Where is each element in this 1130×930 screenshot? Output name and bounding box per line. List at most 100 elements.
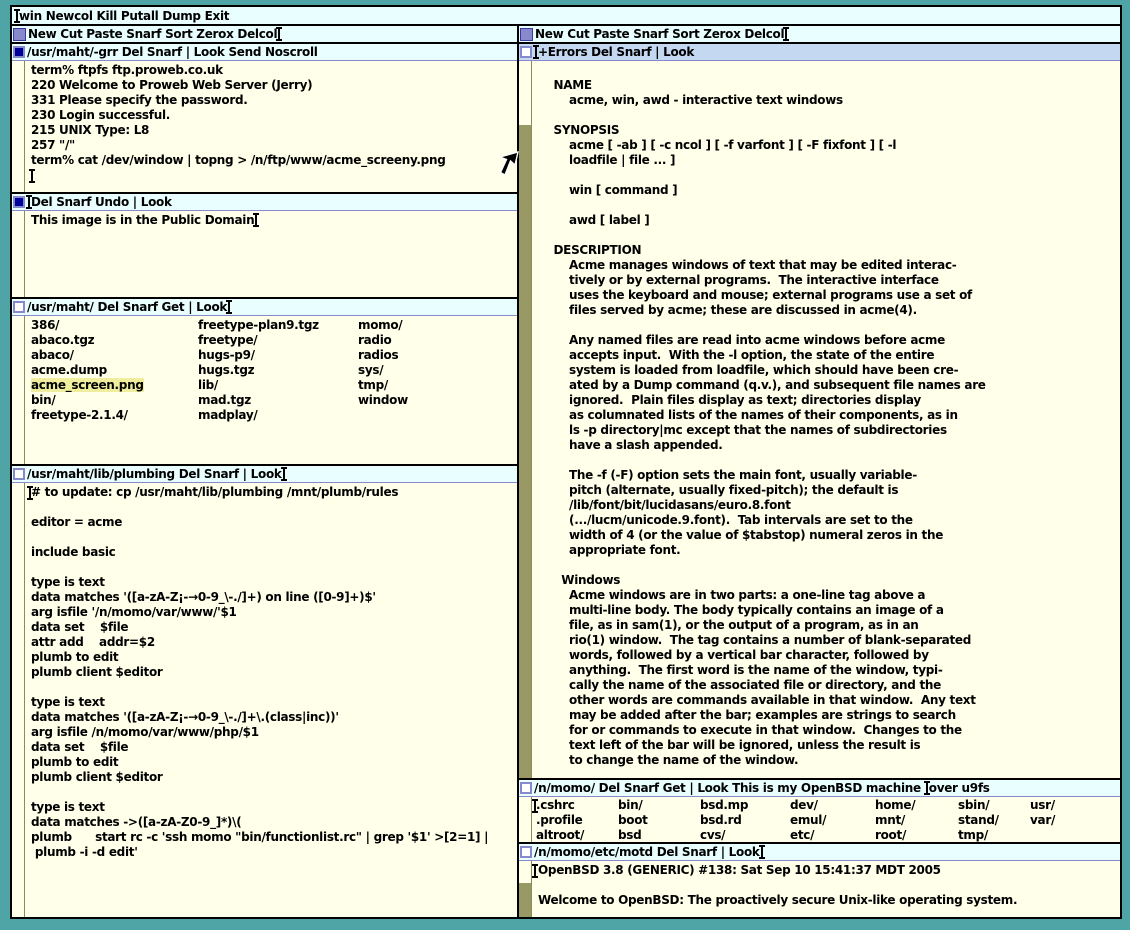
tag-motd-text[interactable]: /n/momo/etc/motd Del Snarf | Look — [534, 845, 760, 859]
scrollbar-thumb[interactable] — [12, 483, 24, 917]
clean-layout-box-icon[interactable] — [520, 46, 532, 58]
scrollbar[interactable] — [12, 211, 25, 297]
tag-note-text[interactable]: Del Snarf Undo | Look — [31, 195, 172, 209]
list-item[interactable]: freetype-plan9.tgz — [198, 318, 358, 333]
dir-column[interactable]: home/mnt/root/ — [875, 798, 958, 842]
dirty-layout-box-icon[interactable] — [13, 196, 25, 208]
list-item[interactable]: bin/ — [618, 798, 700, 813]
clean-layout-box-icon[interactable] — [13, 301, 25, 313]
dir-column[interactable]: 386/abaco.tgzabaco/acme.dumpacme_screen.… — [31, 318, 198, 464]
clean-layout-box-icon[interactable] — [520, 846, 532, 858]
plumbing-rules-text[interactable]: # to update: cp /usr/maht/lib/plumbing /… — [25, 483, 517, 917]
body-terminal[interactable]: term% ftpfs ftp.proweb.co.uk 220 Welcome… — [12, 61, 517, 192]
terminal-output[interactable]: term% ftpfs ftp.proweb.co.uk 220 Welcome… — [25, 61, 517, 192]
list-item[interactable]: tmp/ — [358, 378, 408, 393]
list-item[interactable]: abaco.tgz — [31, 333, 198, 348]
main-tag[interactable]: win Newcol Kill Putall Dump Exit — [12, 7, 1120, 24]
list-item[interactable]: radios — [358, 348, 408, 363]
dir-column[interactable]: .cshrc.profilealtroot/ — [536, 798, 618, 842]
body-errors[interactable]: NAME acme, win, awd - interactive text w… — [519, 61, 1120, 778]
left-column-tag-text[interactable]: New Cut Paste Snarf Sort Zerox Delcol — [28, 27, 277, 41]
tag-motd[interactable]: /n/momo/etc/motd Del Snarf | Look — [519, 844, 1120, 861]
right-column-tag-text[interactable]: New Cut Paste Snarf Sort Zerox Delcol — [535, 27, 784, 41]
list-item[interactable]: boot — [618, 813, 700, 828]
list-item[interactable]: radio — [358, 333, 408, 348]
body-note[interactable]: This image is in the Public Domain — [12, 211, 517, 297]
list-item[interactable]: root/ — [875, 828, 958, 842]
list-item[interactable]: .cshrc — [536, 798, 618, 813]
list-item[interactable]: freetype/ — [198, 333, 358, 348]
list-item[interactable]: lib/ — [198, 378, 358, 393]
list-item[interactable]: home/ — [875, 798, 958, 813]
list-item[interactable]: bsd.mp — [700, 798, 790, 813]
main-tag-text[interactable]: win Newcol Kill Putall Dump Exit — [19, 9, 229, 23]
scrollbar-thumb[interactable] — [12, 61, 24, 192]
list-item[interactable]: hugs-p9/ — [198, 348, 358, 363]
tag-momo-dir[interactable]: /n/momo/ Del Snarf Get | Look This is my… — [519, 780, 1120, 797]
motd-text[interactable]: OpenBSD 3.8 (GENERIC) #138: Sat Sep 10 1… — [532, 861, 1120, 917]
list-item[interactable]: bsd.rd — [700, 813, 790, 828]
list-item[interactable]: tmp/ — [958, 828, 1030, 842]
dir-column[interactable]: freetype-plan9.tgzfreetype/hugs-p9/hugs.… — [198, 318, 358, 464]
scrollbar-thumb[interactable] — [519, 61, 531, 125]
tag-terminal-text[interactable]: /usr/maht/-grr Del Snarf | Look Send Nos… — [27, 45, 318, 59]
dir-column[interactable]: dev/emul/etc/ — [790, 798, 875, 842]
tag-maht-dir[interactable]: /usr/maht/ Del Snarf Get | Look — [12, 299, 517, 316]
tag-terminal[interactable]: /usr/maht/-grr Del Snarf | Look Send Nos… — [12, 44, 517, 61]
body-momo-dir[interactable]: .cshrc.profilealtroot/ bin/bootbsd bsd.m… — [519, 797, 1120, 842]
clean-layout-box-icon[interactable] — [520, 782, 532, 794]
scrollbar-thumb[interactable] — [519, 797, 531, 842]
tag-momo-dir-text-right[interactable]: over u9fs — [929, 781, 990, 795]
dirty-layout-box-icon[interactable] — [13, 46, 25, 58]
tag-maht-dir-text[interactable]: /usr/maht/ Del Snarf Get | Look — [27, 300, 227, 314]
list-item[interactable]: acme_screen.png — [31, 378, 198, 393]
body-plumbing[interactable]: # to update: cp /usr/maht/lib/plumbing /… — [12, 483, 517, 917]
list-item[interactable]: var/ — [1030, 813, 1055, 828]
note-line[interactable]: This image is in the Public Domain — [31, 213, 254, 227]
list-item[interactable]: sbin/ — [958, 798, 1030, 813]
tag-errors[interactable]: +Errors Del Snarf | Look — [519, 44, 1120, 61]
list-item[interactable]: usr/ — [1030, 798, 1055, 813]
list-item[interactable]: momo/ — [358, 318, 408, 333]
scrollbar[interactable] — [12, 61, 25, 192]
scrollbar[interactable] — [12, 316, 25, 464]
right-column-tag[interactable]: New Cut Paste Snarf Sort Zerox Delcol — [519, 26, 1120, 42]
scrollbar-thumb[interactable] — [12, 211, 24, 297]
list-item[interactable]: stand/ — [958, 813, 1030, 828]
clean-layout-box-icon[interactable] — [13, 468, 25, 480]
scrollbar[interactable] — [12, 483, 25, 917]
column-layout-box-icon[interactable] — [520, 28, 533, 41]
list-item[interactable]: cvs/ — [700, 828, 790, 842]
body-motd[interactable]: OpenBSD 3.8 (GENERIC) #138: Sat Sep 10 1… — [519, 861, 1120, 917]
tag-plumbing-text[interactable]: /usr/maht/lib/plumbing Del Snarf | Look — [27, 467, 282, 481]
momo-directory-listing[interactable]: .cshrc.profilealtroot/ bin/bootbsd bsd.m… — [532, 797, 1120, 842]
tag-note[interactable]: Del Snarf Undo | Look — [12, 194, 517, 211]
man-page-text[interactable]: NAME acme, win, awd - interactive text w… — [532, 61, 1120, 778]
scrollbar[interactable] — [519, 861, 532, 917]
list-item[interactable]: dev/ — [790, 798, 875, 813]
dir-column[interactable]: usr/var/ — [1030, 798, 1055, 842]
list-item[interactable]: 386/ — [31, 318, 198, 333]
tag-errors-text[interactable]: +Errors Del Snarf | Look — [538, 45, 694, 59]
maht-directory-listing[interactable]: 386/abaco.tgzabaco/acme.dumpacme_screen.… — [25, 316, 517, 464]
list-item[interactable]: emul/ — [790, 813, 875, 828]
list-item[interactable]: mnt/ — [875, 813, 958, 828]
dir-column[interactable]: bin/bootbsd — [618, 798, 700, 842]
tag-momo-dir-text-left[interactable]: /n/momo/ Del Snarf Get | Look This is my… — [534, 781, 925, 795]
left-column-tag[interactable]: New Cut Paste Snarf Sort Zerox Delcol — [12, 26, 517, 42]
list-item[interactable]: .profile — [536, 813, 618, 828]
list-item[interactable]: sys/ — [358, 363, 408, 378]
list-item[interactable]: altroot/ — [536, 828, 618, 842]
list-item[interactable]: hugs.tgz — [198, 363, 358, 378]
list-item[interactable]: freetype-2.1.4/ — [31, 408, 198, 423]
list-item[interactable]: etc/ — [790, 828, 875, 842]
selected-file[interactable]: acme_screen.png — [31, 378, 144, 392]
column-layout-box-icon[interactable] — [13, 28, 26, 41]
list-item[interactable]: bsd — [618, 828, 700, 842]
list-item[interactable]: madplay/ — [198, 408, 358, 423]
dir-column[interactable]: sbin/stand/tmp/ — [958, 798, 1030, 842]
list-item[interactable]: acme.dump — [31, 363, 198, 378]
scrollbar[interactable] — [519, 797, 532, 842]
note-text[interactable]: This image is in the Public Domain — [25, 211, 517, 297]
list-item[interactable]: abaco/ — [31, 348, 198, 363]
